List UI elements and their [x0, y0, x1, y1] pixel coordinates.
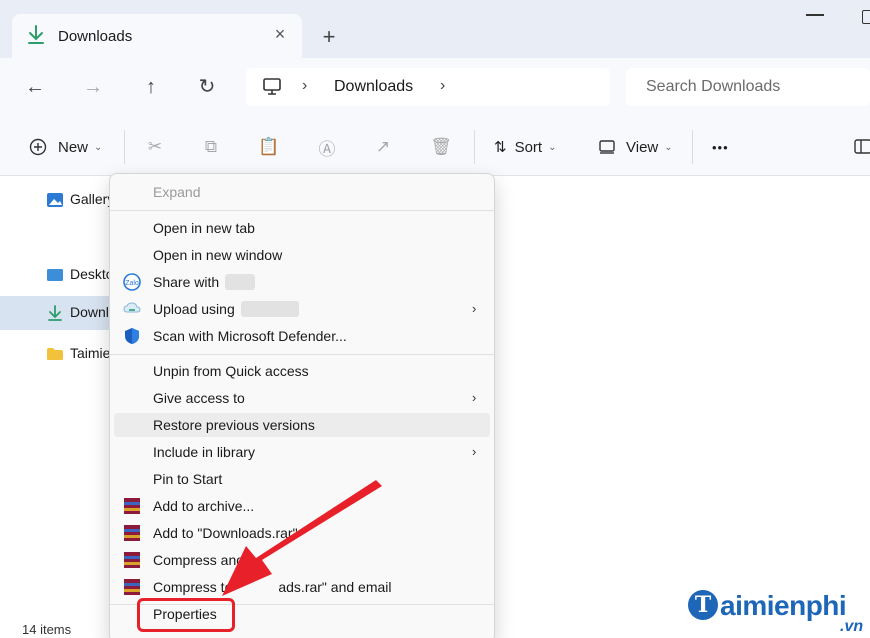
menu-item-label: Give access to	[153, 390, 245, 406]
redacted-text	[240, 301, 299, 317]
menu-item-label: Open in new tab	[153, 220, 255, 236]
menu-item-include-library[interactable]: Include in library ›	[114, 440, 490, 464]
breadcrumb-chevron-icon[interactable]: ›	[302, 77, 307, 95]
command-bar: New ⌄ ✂ ⧉ 📋 Ⓐ ↗ 🗑 ⇅ Sort ⌄ View ⌄ •••	[0, 118, 870, 176]
menu-item-open-new-tab[interactable]: Open in new tab	[114, 216, 490, 240]
winrar-icon	[124, 525, 140, 541]
sidebar-item-label: Taimienphi	[70, 345, 110, 361]
forward-button[interactable]: →	[80, 74, 106, 100]
sidebar-item-label: Gallery	[70, 191, 110, 207]
menu-item-restore-versions[interactable]: Restore previous versions	[114, 413, 490, 437]
view-label: View	[626, 138, 659, 156]
cloud-upload-icon	[123, 302, 141, 313]
menu-item-label: Unpin from Quick access	[153, 363, 309, 379]
cut-icon[interactable]: ✂	[144, 136, 166, 158]
sidebar-item-label: Downloads	[70, 304, 110, 320]
sort-icon: ⇅	[494, 139, 507, 156]
submenu-arrow-icon: ›	[472, 390, 477, 405]
delete-icon[interactable]: 🗑	[430, 136, 452, 158]
menu-item-label: Open in new window	[153, 247, 283, 263]
menu-item-label: Scan with Microsoft Defender...	[153, 328, 347, 344]
menu-divider	[110, 210, 494, 211]
sidebar-item-gallery[interactable]: Gallery	[0, 183, 110, 217]
view-icon	[599, 140, 615, 154]
svg-text:Zalo: Zalo	[125, 280, 139, 287]
navigation-bar: ← → ↑ ↻ › Downloads › Search Downloads	[0, 58, 870, 118]
copy-icon[interactable]: ⧉	[200, 136, 222, 158]
menu-item-upload-using[interactable]: Upload using ›	[114, 297, 490, 321]
submenu-arrow-icon: ›	[472, 444, 477, 459]
rename-icon[interactable]: Ⓐ	[316, 136, 338, 159]
toolbar-divider	[692, 130, 693, 164]
toolbar-divider	[124, 130, 125, 164]
download-icon	[48, 305, 62, 321]
details-pane-icon[interactable]	[854, 138, 870, 156]
chevron-down-icon: ⌄	[548, 141, 557, 153]
toolbar-divider	[474, 130, 475, 164]
menu-item-label: Share with	[153, 274, 256, 290]
share-icon[interactable]: ↗	[372, 136, 394, 158]
menu-item-label: Include in library	[153, 444, 255, 460]
new-tab-button[interactable]: +	[318, 26, 340, 48]
this-pc-icon	[263, 78, 281, 95]
annotation-arrow	[222, 480, 382, 596]
breadcrumb-downloads[interactable]: Downloads	[334, 78, 413, 96]
address-bar[interactable]: › Downloads ›	[246, 68, 610, 106]
paste-icon[interactable]: 📋	[258, 136, 280, 158]
new-button[interactable]: New ⌄	[28, 118, 102, 176]
sidebar-item-downloads[interactable]: Downloads	[0, 296, 110, 330]
new-label: New	[58, 138, 89, 156]
watermark-suffix: .vn	[840, 618, 864, 635]
sort-button[interactable]: ⇅ Sort ⌄	[494, 118, 556, 176]
redacted-text	[225, 274, 256, 290]
tab-downloads[interactable]: Downloads ×	[12, 14, 302, 58]
search-box[interactable]: Search Downloads	[626, 68, 870, 106]
title-bar: Downloads × +	[0, 0, 870, 58]
menu-item-label: Restore previous versions	[153, 417, 315, 433]
back-button[interactable]: ←	[22, 74, 48, 100]
menu-item-label: Expand	[153, 184, 201, 200]
navigation-pane: Gallery Desktop Downloads Taimienphi	[0, 177, 110, 638]
download-icon	[28, 25, 44, 44]
chevron-down-icon: ⌄	[664, 141, 673, 153]
view-button[interactable]: View ⌄	[598, 118, 673, 176]
minimize-button[interactable]	[806, 14, 824, 16]
menu-item-scan-defender[interactable]: Scan with Microsoft Defender...	[114, 324, 490, 348]
up-button[interactable]: ↑	[138, 74, 164, 100]
more-options-button[interactable]: •••	[712, 118, 729, 176]
refresh-button[interactable]: ↻	[194, 74, 220, 100]
defender-shield-icon	[125, 328, 139, 344]
status-item-count: 14 items	[22, 622, 72, 637]
menu-divider	[110, 354, 494, 355]
winrar-icon	[124, 552, 140, 568]
close-tab-icon[interactable]: ×	[270, 24, 290, 44]
maximize-button[interactable]	[862, 10, 870, 24]
watermark-logo-initial: T	[688, 590, 718, 620]
chevron-down-icon: ⌄	[94, 141, 103, 153]
menu-item-open-new-window[interactable]: Open in new window	[114, 243, 490, 267]
menu-item-unpin-quick-access[interactable]: Unpin from Quick access	[114, 359, 490, 383]
share-icon: Zalo	[123, 273, 141, 291]
menu-item-label: Upload using	[153, 301, 299, 317]
sidebar-item-taimienphi[interactable]: Taimienphi	[0, 337, 110, 371]
menu-item-give-access[interactable]: Give access to ›	[114, 386, 490, 410]
sidebar-item-label: Desktop	[70, 266, 110, 282]
folder-icon	[47, 348, 63, 360]
winrar-icon	[124, 498, 140, 514]
sidebar-item-desktop[interactable]: Desktop	[0, 258, 110, 292]
submenu-arrow-icon: ›	[472, 301, 477, 316]
watermark-text: aimienphi	[720, 590, 847, 621]
menu-item-expand[interactable]: Expand	[114, 180, 490, 204]
plus-circle-icon	[29, 138, 47, 156]
breadcrumb-chevron-icon[interactable]: ›	[440, 77, 445, 95]
sort-label: Sort	[514, 138, 543, 156]
winrar-icon	[124, 579, 140, 595]
search-input[interactable]: Search Downloads	[646, 78, 780, 96]
menu-item-share-with[interactable]: Zalo Share with	[114, 270, 490, 294]
gallery-icon	[47, 193, 63, 207]
desktop-icon	[47, 269, 63, 281]
tab-title: Downloads	[58, 28, 133, 45]
